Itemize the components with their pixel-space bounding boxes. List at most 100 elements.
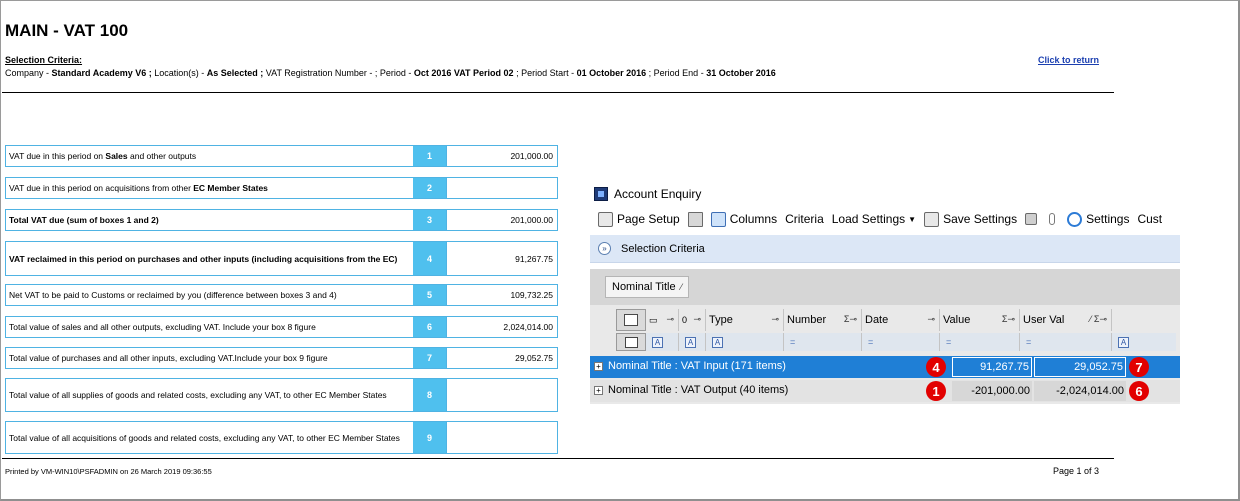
vat-box-value: 109,732.25: [446, 285, 557, 305]
sort-icon: ⁄: [680, 282, 683, 292]
header-number[interactable]: Number Σ⊸: [784, 309, 862, 331]
printed-by-footer: Printed by VM-WIN10\PSFADMIN on 26 March…: [5, 467, 212, 476]
pin-icon: ⊸: [771, 314, 779, 324]
header-divider: [2, 92, 1114, 93]
clear-filter-icon: [624, 336, 638, 348]
vat-box-number: 8: [413, 379, 446, 411]
group-row-value: -201,000.00: [952, 381, 1032, 401]
click-to-return-link[interactable]: Click to return: [1038, 55, 1099, 65]
filter-cell[interactable]: =: [1020, 333, 1112, 351]
pin-icon: ⊸: [693, 314, 701, 324]
group-by-label: Nominal Title: [612, 281, 676, 293]
header-user-val-label: User Val: [1023, 314, 1065, 326]
header-date[interactable]: Date ⊸: [862, 309, 940, 331]
page-number: Page 1 of 3: [1053, 466, 1100, 476]
group-row-label: Nominal Title : VAT Input (171 items): [608, 360, 786, 372]
load-settings-label: Load Settings: [831, 212, 906, 226]
window-title: Account Enquiry: [614, 187, 702, 201]
filter-cell[interactable]: =: [862, 333, 940, 351]
page-setup-button[interactable]: Page Setup: [598, 211, 680, 227]
filter-cell[interactable]: =: [784, 333, 862, 351]
vat-box-desc: VAT due in this period on acquisitions f…: [9, 183, 268, 193]
vat-box-row-5: Net VAT to be paid to Customs or reclaim…: [5, 284, 558, 306]
header-value[interactable]: Value Σ⊸: [940, 309, 1020, 331]
header-user-val[interactable]: User Val ⁄ Σ⊸: [1020, 309, 1112, 331]
filter-cell[interactable]: =: [940, 333, 1020, 351]
selection-criteria-text: Company - Standard Academy V6 ; Location…: [5, 68, 776, 78]
text-filter-icon: A: [712, 336, 723, 348]
note-icon: ▭: [649, 314, 658, 325]
save-icon: [924, 211, 940, 227]
vat-box-number: 9: [413, 422, 446, 453]
enquiry-grid: ▭ ⊸ 0 ⊸ Type ⊸ Number Σ⊸ Date ⊸ Value Σ⊸ User …: [590, 305, 1180, 404]
annotation-badge: 6: [1129, 381, 1149, 401]
report-title: MAIN - VAT 100: [5, 21, 129, 40]
vat-box-value: 29,052.75: [446, 348, 557, 368]
annotation-badge: 7: [1129, 357, 1149, 377]
vat-box-number: 7: [413, 348, 446, 368]
print-button[interactable]: [687, 211, 707, 227]
column-chooser-button[interactable]: [616, 309, 646, 331]
settings-button[interactable]: Settings: [1067, 211, 1129, 227]
toolbar: Page Setup Columns Criteria Load Setting…: [590, 207, 1180, 231]
export-button[interactable]: [1025, 213, 1041, 225]
grid-header: ▭ ⊸ 0 ⊸ Type ⊸ Number Σ⊸ Date ⊸ Value Σ⊸ User …: [616, 309, 1176, 331]
vat-box-row-8: Total value of all supplies of goods and…: [5, 378, 558, 412]
vat-box-desc: Total VAT due (sum of boxes 1 and 2): [9, 215, 159, 225]
group-row-user-val: -2,024,014.00: [1034, 381, 1126, 401]
account-enquiry-window: Account Enquiry Page Setup Columns Crite…: [590, 183, 1180, 404]
sum-pin-icon: ⁄ Σ⊸: [1089, 314, 1107, 324]
column-chooser-icon: [624, 314, 638, 326]
group-row-vat-input[interactable]: + Nominal Title : VAT Input (171 items) …: [590, 356, 1180, 378]
vat-box-number: 5: [413, 285, 446, 305]
vat-box-desc: VAT reclaimed in this period on purchase…: [9, 253, 398, 264]
equals-filter-icon: =: [868, 337, 874, 347]
columns-label: Columns: [729, 212, 778, 226]
filter-clear-button[interactable]: [616, 333, 646, 351]
group-row-vat-output[interactable]: + Nominal Title : VAT Output (40 items) …: [590, 380, 1180, 402]
group-by-tag[interactable]: Nominal Title ⁄: [605, 276, 690, 298]
expand-icon[interactable]: +: [594, 386, 603, 395]
filter-cell[interactable]: A: [706, 333, 784, 351]
header-note-column[interactable]: ▭ ⊸: [646, 309, 679, 331]
header-attachment-column[interactable]: 0 ⊸: [679, 309, 706, 331]
annotation-badge: 4: [926, 357, 946, 377]
header-date-label: Date: [865, 314, 889, 326]
annotation-badge: 1: [926, 381, 946, 401]
save-settings-button[interactable]: Save Settings: [924, 211, 1018, 227]
header-number-label: Number: [787, 314, 827, 326]
vat-box-value: 201,000.00: [446, 146, 557, 166]
pin-icon: ⊸: [927, 314, 935, 324]
equals-filter-icon: =: [1026, 337, 1032, 347]
app-icon: [594, 187, 608, 201]
filter-cell[interactable]: A: [679, 333, 706, 351]
expand-icon[interactable]: +: [594, 362, 603, 371]
text-filter-icon: A: [685, 336, 696, 348]
vat-box-desc: Total value of all acquisitions of goods…: [9, 432, 400, 443]
vat-box-row-9: Total value of all acquisitions of goods…: [5, 421, 558, 454]
vat-box-value: 91,267.75: [446, 242, 557, 275]
vat-box-desc: Net VAT to be paid to Customs or reclaim…: [9, 290, 337, 300]
equals-filter-icon: =: [790, 337, 796, 347]
attach-button[interactable]: [1049, 213, 1059, 225]
vat-box-desc: VAT due in this period on Sales and othe…: [9, 151, 197, 161]
filter-cell[interactable]: A: [646, 333, 679, 351]
filter-cell[interactable]: A: [1112, 333, 1176, 351]
vat-box-number: 6: [413, 317, 446, 337]
vat-box-value: [446, 178, 557, 198]
header-value-label: Value: [943, 314, 971, 326]
print-preview-icon: [710, 211, 726, 227]
load-settings-button[interactable]: Load Settings ▼: [832, 212, 916, 226]
columns-button[interactable]: Columns: [710, 211, 778, 227]
cust-button[interactable]: Cust: [1137, 212, 1162, 226]
expand-chevron-icon[interactable]: »: [598, 242, 611, 255]
criteria-button[interactable]: Criteria: [785, 212, 824, 226]
selection-criteria-bar[interactable]: » Selection Criteria: [590, 235, 1180, 263]
save-settings-label: Save Settings: [943, 212, 1018, 226]
header-type[interactable]: Type ⊸: [706, 309, 784, 331]
text-filter-icon: A: [652, 336, 663, 348]
printer-icon: [687, 211, 703, 227]
vat-box-number: 1: [413, 146, 446, 166]
vat-box-value: 201,000.00: [446, 210, 557, 230]
vat-box-value: [446, 422, 557, 453]
